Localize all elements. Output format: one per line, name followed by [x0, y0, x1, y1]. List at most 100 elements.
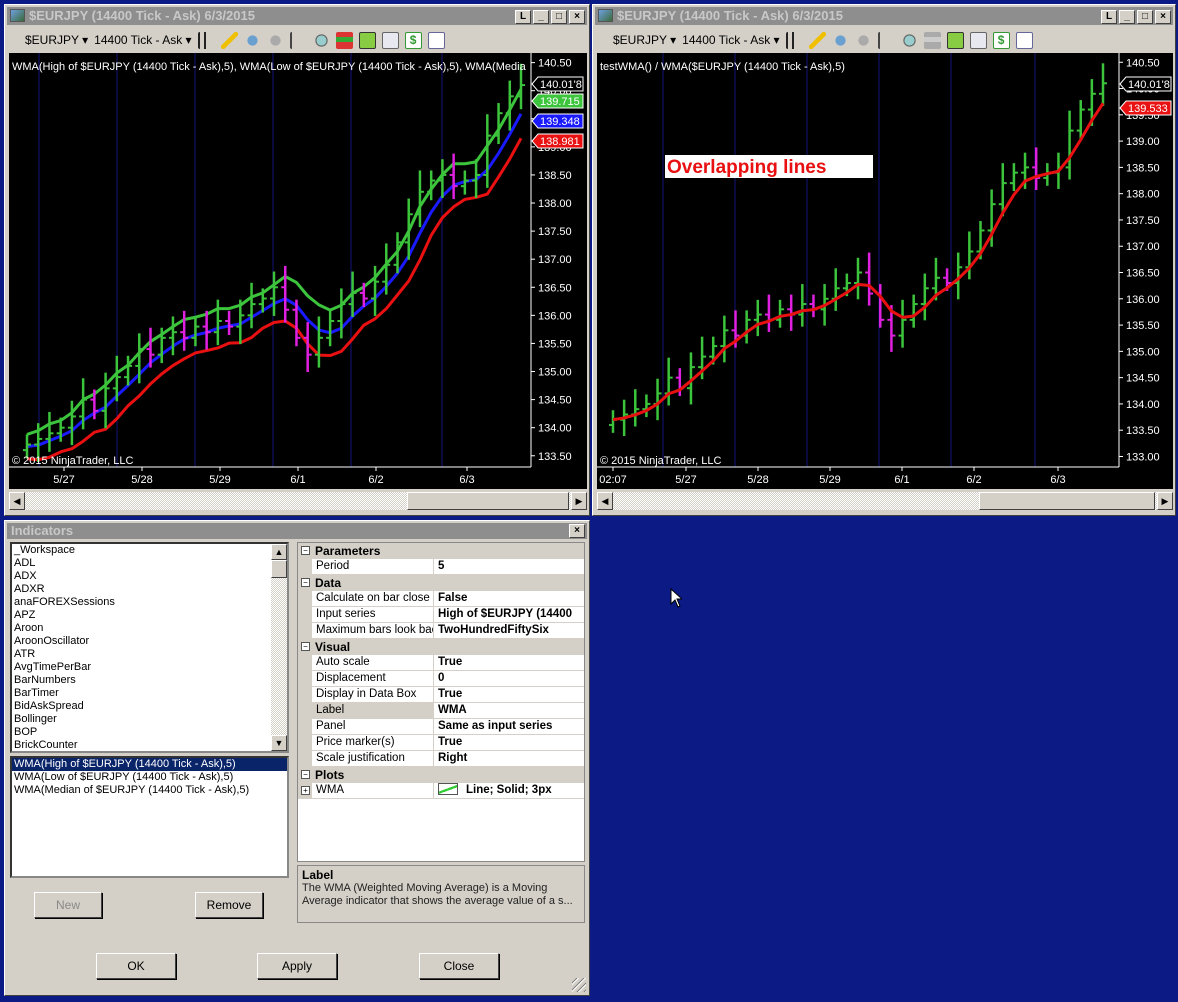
property-row[interactable]: Input series High of $EURJPY (14400 — [298, 607, 584, 623]
indicator-list-item[interactable]: _Workspace — [12, 544, 271, 557]
instrument-dropdown[interactable]: $EURJPY ▾ — [25, 33, 88, 47]
zoom-out-icon[interactable] — [854, 31, 872, 49]
minimize-button[interactable]: _ — [1119, 10, 1135, 24]
scroll-left-button[interactable]: ◀ — [597, 492, 613, 510]
applied-indicator-item[interactable]: WMA(Low of $EURJPY (14400 Tick - Ask),5) — [12, 771, 287, 784]
zoom-out-icon[interactable] — [266, 31, 284, 49]
property-row[interactable]: Calculate on bar close False — [298, 591, 584, 607]
zoom-in-icon[interactable] — [831, 31, 849, 49]
property-value[interactable]: True — [434, 687, 584, 702]
link-button[interactable]: L — [1101, 10, 1117, 24]
indicator-list-item[interactable]: BidAskSpread — [12, 700, 271, 713]
price-chart-left[interactable]: 140.50140.00139.50139.00138.50138.00137.… — [9, 53, 587, 489]
indicator-list-item[interactable]: BrickCounter — [12, 739, 271, 751]
available-indicators-list[interactable]: _Workspace ADL ADX ADXR anaFOREXSessions APZ A… — [10, 542, 289, 753]
property-value[interactable]: TwoHundredFiftySix — [434, 623, 584, 638]
property-value[interactable]: True — [434, 655, 584, 670]
close-button[interactable]: × — [1155, 10, 1171, 24]
collapse-icon[interactable]: − — [301, 642, 310, 651]
indicator-list-item[interactable]: AvgTimePerBar — [12, 661, 271, 674]
strategies-icon[interactable] — [335, 31, 353, 49]
indicator-list-item[interactable]: Bollinger — [12, 713, 271, 726]
pencil-icon[interactable] — [220, 31, 238, 49]
indicators-icon[interactable] — [358, 31, 376, 49]
indicator-list-item[interactable]: BarNumbers — [12, 674, 271, 687]
data-box-icon[interactable] — [427, 31, 445, 49]
applied-indicators-list[interactable]: WMA(High of $EURJPY (14400 Tick - Ask),5… — [10, 756, 289, 878]
property-category[interactable]: − Data — [298, 575, 584, 591]
property-row[interactable]: Maximum bars look bac TwoHundredFiftySix — [298, 623, 584, 639]
property-category[interactable]: − Visual — [298, 639, 584, 655]
property-grid[interactable]: − Parameters Period 5− Data Calculate on bar … — [297, 542, 585, 862]
scroll-thumb[interactable] — [407, 492, 569, 510]
applied-indicator-item[interactable]: WMA(High of $EURJPY (14400 Tick - Ask),5… — [12, 758, 287, 771]
scroll-thumb[interactable] — [271, 560, 287, 578]
window-title-bar[interactable]: $EURJPY (14400 Tick - Ask) 6/3/2015 L _ □ × — [7, 7, 587, 25]
collapse-icon[interactable]: − — [301, 546, 310, 555]
list-scrollbar[interactable]: ▲ ▼ — [271, 544, 287, 751]
scroll-up-button[interactable]: ▲ — [271, 544, 287, 560]
property-value[interactable]: False — [434, 591, 584, 606]
indicator-list-item[interactable]: ADL — [12, 557, 271, 570]
strategies-icon[interactable] — [923, 31, 941, 49]
cursor-icon[interactable] — [877, 31, 895, 49]
property-value[interactable]: Right — [434, 751, 584, 766]
dollar-icon[interactable]: $ — [404, 31, 422, 49]
maximize-button[interactable]: □ — [1137, 10, 1153, 24]
indicator-list-item[interactable]: ADXR — [12, 583, 271, 596]
remove-button[interactable]: Remove — [195, 892, 263, 918]
horizontal-scrollbar[interactable]: ◀ ▶ — [597, 492, 1173, 510]
link-button[interactable]: L — [515, 10, 531, 24]
property-row[interactable]: Scale justification Right — [298, 751, 584, 767]
property-value[interactable]: 0 — [434, 671, 584, 686]
scroll-thumb[interactable] — [979, 492, 1155, 510]
property-value[interactable]: Same as input series — [434, 719, 584, 734]
collapse-icon[interactable]: − — [301, 770, 310, 779]
property-value[interactable]: WMA — [434, 703, 584, 718]
scroll-down-button[interactable]: ▼ — [271, 735, 287, 751]
indicator-list-item[interactable]: ATR — [12, 648, 271, 661]
data-box-icon[interactable] — [1015, 31, 1033, 49]
close-dialog-button[interactable]: Close — [419, 953, 499, 979]
property-value[interactable]: 5 — [434, 559, 584, 574]
instrument-dropdown[interactable]: $EURJPY ▾ — [613, 33, 676, 47]
property-value[interactable]: Line; Solid; 3px — [434, 783, 584, 798]
indicator-list-item[interactable]: BOP — [12, 726, 271, 739]
scroll-left-button[interactable]: ◀ — [9, 492, 25, 510]
chart-properties-icon[interactable] — [381, 31, 399, 49]
minimize-button[interactable]: _ — [533, 10, 549, 24]
apply-button[interactable]: Apply — [257, 953, 337, 979]
maximize-button[interactable]: □ — [551, 10, 567, 24]
bar-type-icon[interactable] — [785, 31, 803, 49]
cursor-icon[interactable] — [289, 31, 307, 49]
scroll-right-button[interactable]: ▶ — [1157, 492, 1173, 510]
interval-dropdown[interactable]: 14400 Tick - Ask ▾ — [682, 33, 779, 47]
new-button[interactable]: New — [34, 892, 102, 918]
property-row[interactable]: Period 5 — [298, 559, 584, 575]
property-row[interactable]: Label WMA — [298, 703, 584, 719]
bar-type-icon[interactable] — [197, 31, 215, 49]
indicator-list-item[interactable]: anaFOREXSessions — [12, 596, 271, 609]
expand-icon[interactable]: + — [301, 786, 310, 795]
indicator-list-item[interactable]: ADX — [12, 570, 271, 583]
close-button[interactable]: × — [569, 524, 585, 538]
applied-indicator-item[interactable]: WMA(Median of $EURJPY (14400 Tick - Ask)… — [12, 784, 287, 797]
chart-properties-icon[interactable] — [969, 31, 987, 49]
window-title-bar[interactable]: $EURJPY (14400 Tick - Ask) 6/3/2015 L _ □ × — [595, 7, 1173, 25]
price-chart-right[interactable]: 140.50140.00139.50139.00138.50138.00137.… — [597, 53, 1173, 489]
property-category[interactable]: − Parameters — [298, 543, 584, 559]
indicator-list-item[interactable]: APZ — [12, 609, 271, 622]
property-value[interactable]: High of $EURJPY (14400 — [434, 607, 584, 622]
magnifier-icon[interactable] — [312, 31, 330, 49]
indicator-list-item[interactable]: AroonOscillator — [12, 635, 271, 648]
zoom-in-icon[interactable] — [243, 31, 261, 49]
interval-dropdown[interactable]: 14400 Tick - Ask ▾ — [94, 33, 191, 47]
property-category[interactable]: − Plots — [298, 767, 584, 783]
property-row[interactable]: Price marker(s) True — [298, 735, 584, 751]
property-row[interactable]: Panel Same as input series — [298, 719, 584, 735]
pencil-icon[interactable] — [808, 31, 826, 49]
close-button[interactable]: × — [569, 10, 585, 24]
property-row[interactable]: Display in Data Box True — [298, 687, 584, 703]
property-value[interactable]: True — [434, 735, 584, 750]
resize-grip-icon[interactable] — [572, 978, 586, 992]
